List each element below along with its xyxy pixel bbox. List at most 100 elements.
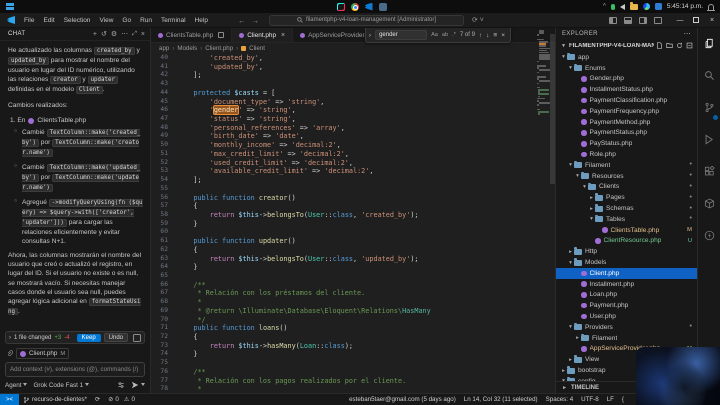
customize-layout-icon[interactable] xyxy=(654,17,662,24)
tree-item-paymentclassification-php[interactable]: PaymentClassification.php xyxy=(556,95,697,106)
code-line[interactable]: 72 { xyxy=(151,333,541,342)
app-tray-icon[interactable] xyxy=(655,3,662,10)
blame-item[interactable]: esteban5taer@gmail.com (5 days ago) xyxy=(345,396,460,403)
language-item[interactable]: { xyxy=(618,396,628,403)
tree-item-user-php[interactable]: User.php xyxy=(556,311,697,322)
tree-item-filament[interactable]: ▾Filament• xyxy=(556,160,697,171)
activity-debug-icon[interactable] xyxy=(704,132,715,150)
activity-package-icon[interactable] xyxy=(704,196,715,214)
close-button[interactable]: × xyxy=(704,13,720,27)
tree-item-pages[interactable]: ▸Pages• xyxy=(556,192,697,203)
activity-search-icon[interactable] xyxy=(704,68,715,86)
eol-item[interactable]: LF xyxy=(603,396,618,403)
menu-item-go[interactable]: Go xyxy=(118,15,135,26)
tree-item-resources[interactable]: ▾Resources• xyxy=(556,171,697,182)
tab-clientstable-php[interactable]: ClientsTable.php xyxy=(151,28,232,42)
code-line[interactable]: 63 return $this->belongsTo(User::class, … xyxy=(151,255,541,264)
tree-item-client-php[interactable]: Client.php xyxy=(556,268,697,279)
menu-item-view[interactable]: View xyxy=(95,15,117,26)
code-line[interactable]: 66 /** xyxy=(151,281,541,290)
breadcrumb-item[interactable]: Client.php xyxy=(205,45,233,52)
find-expand-chevron[interactable]: › xyxy=(369,32,371,39)
activity-source-control-icon[interactable] xyxy=(704,100,715,118)
cursor-position[interactable]: Ln 14, Col 32 (11 selected) xyxy=(460,396,542,403)
edge-tray-icon[interactable] xyxy=(643,3,650,10)
close-tab-icon[interactable]: × xyxy=(281,32,285,39)
branch-item[interactable]: recurso-de-clientes* xyxy=(19,396,91,404)
code-line[interactable]: 64 } xyxy=(151,263,541,272)
menu-item-terminal[interactable]: Terminal xyxy=(157,15,190,26)
tiktok-app-icon[interactable] xyxy=(337,3,345,11)
code-line[interactable]: 73 return $this->hasMany(Loan::class); xyxy=(151,342,541,351)
regex-toggle[interactable]: .* xyxy=(452,32,456,38)
breadcrumb-item[interactable]: Models xyxy=(177,45,197,52)
indent-item[interactable]: Spaces: 4 xyxy=(542,396,578,403)
tree-item-paymentmethod-php[interactable]: PaymentMethod.php xyxy=(556,117,697,128)
tree-item-paymentfrequency-php[interactable]: PaymentFrequency.php xyxy=(556,106,697,117)
code-line[interactable]: 68 * xyxy=(151,298,541,307)
collapse-folders-button[interactable] xyxy=(686,42,693,49)
new-file-button[interactable] xyxy=(656,42,663,49)
tray-chevron-icon[interactable]: ^ xyxy=(603,3,606,9)
open-changes-icon[interactable] xyxy=(133,334,141,342)
tree-item-providers[interactable]: ▾Providers• xyxy=(556,322,697,333)
find-prev-button[interactable]: ↑ xyxy=(479,32,482,39)
tree-item-paymentstatus-php[interactable]: PaymentStatus.php xyxy=(556,128,697,139)
model-dropdown[interactable]: Grok Code Fast 1 xyxy=(33,382,89,389)
find-next-button[interactable]: ↓ xyxy=(486,32,489,39)
code-line[interactable]: 59 } xyxy=(151,220,541,229)
code-line[interactable]: 69 * @return \Illuminate\Database\Eloque… xyxy=(151,307,541,316)
vscode-app-icon[interactable] xyxy=(365,3,373,11)
code-editor[interactable]: 40 'created_by',41 'updated_by',42 ];434… xyxy=(151,54,541,393)
taskbar-clock[interactable]: 5:45:14 p.m. xyxy=(667,3,703,10)
menu-item-help[interactable]: Help xyxy=(191,15,212,26)
maximize-button[interactable] xyxy=(688,13,704,27)
code-line[interactable]: 76 /** xyxy=(151,368,541,377)
code-line[interactable]: 77 * Relación con los pagos realizados p… xyxy=(151,377,541,386)
code-line[interactable]: 61 public function updater() xyxy=(151,237,541,246)
chrome-app-icon[interactable] xyxy=(351,3,359,11)
chat-history-button[interactable]: ↺ xyxy=(101,31,107,38)
refresh-explorer-button[interactable] xyxy=(676,42,683,49)
tree-item-gender-php[interactable]: Gender.php xyxy=(556,74,697,85)
volume-tray-icon[interactable] xyxy=(620,4,625,10)
project-root-header[interactable]: ▾ FILAMENTPHP-V4-LOAN-MAN... xyxy=(556,40,697,51)
attachment-chip[interactable]: Client.php M xyxy=(16,348,69,359)
code-line[interactable]: 43 xyxy=(151,80,541,89)
toggle-sidebar-icon[interactable] xyxy=(609,17,617,24)
forward-button[interactable]: → xyxy=(251,16,259,25)
tree-item-payment-php[interactable]: Payment.php xyxy=(556,300,697,311)
code-line[interactable]: 42 ]; xyxy=(151,71,541,80)
tab-client-php[interactable]: Client.php× xyxy=(232,28,293,42)
tree-item-models[interactable]: ▾Models xyxy=(556,257,697,268)
toggle-panel-icon[interactable] xyxy=(624,17,632,24)
code-line[interactable]: 78 * xyxy=(151,385,541,393)
explorer-more-button[interactable]: ⋯ xyxy=(684,30,691,38)
changes-expand-chevron[interactable]: › xyxy=(9,335,11,341)
code-line[interactable]: 46 'gender' => 'string', xyxy=(151,106,541,115)
pinned-app-icon[interactable] xyxy=(379,3,387,11)
menu-item-run[interactable]: Run xyxy=(136,15,156,26)
close-chat-button[interactable]: × xyxy=(141,31,145,38)
problems-item[interactable]: ⊘0 ⚠0 xyxy=(104,396,139,403)
minimap[interactable] xyxy=(536,30,548,393)
tools-icon[interactable] xyxy=(117,381,125,389)
tree-item-installmentstatus-php[interactable]: InstallmentStatus.php xyxy=(556,84,697,95)
breadcrumb-item[interactable]: app xyxy=(159,45,169,52)
chat-settings-button[interactable]: ⚙ xyxy=(111,31,117,38)
code-line[interactable]: 65 xyxy=(151,272,541,281)
menu-item-selection[interactable]: Selection xyxy=(60,15,95,26)
notification-bell-icon[interactable] xyxy=(708,4,714,10)
microphone-tray-icon[interactable] xyxy=(611,4,615,10)
whole-word-toggle[interactable]: ab xyxy=(442,32,448,38)
tree-item-tables[interactable]: ▾Tables• xyxy=(556,214,697,225)
match-case-toggle[interactable]: Aa xyxy=(431,32,438,38)
remote-indicator[interactable]: >< xyxy=(0,394,19,405)
code-line[interactable]: 70 */ xyxy=(151,316,541,325)
chat-file-item[interactable]: 1. EnClientsTable.php xyxy=(10,116,143,125)
agent-mode-dropdown[interactable]: Agent xyxy=(5,382,27,389)
tree-item-http[interactable]: ▸Http xyxy=(556,246,697,257)
undo-changes-button[interactable]: Undo xyxy=(104,333,128,342)
tree-item-clients[interactable]: ▾Clients• xyxy=(556,182,697,193)
keep-button[interactable]: Keep xyxy=(77,334,101,342)
